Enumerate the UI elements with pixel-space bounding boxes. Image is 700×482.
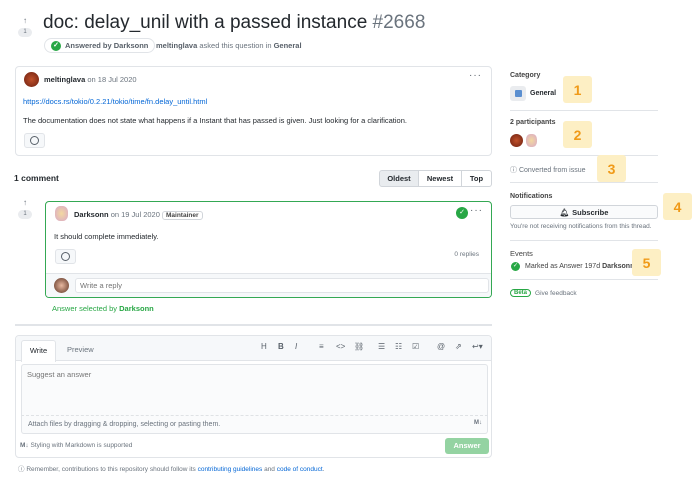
mention-icon[interactable]: @ [437,342,445,351]
notification-status: You're not receiving notifications from … [510,223,652,230]
avatar [54,278,69,293]
check-circle-icon: ✓ [511,262,520,271]
add-reaction-button[interactable] [55,249,76,264]
participants-label: 2 participants [510,119,556,126]
bullet-list-icon[interactable]: ☰ [378,342,385,351]
info-icon: ⓘ [18,466,25,473]
attach-files[interactable]: Attach files by dragging & dropping, sel… [21,416,488,434]
asked-info: meltinglava asked this question in Gener… [156,41,302,50]
author-link[interactable]: meltinglava [156,41,197,50]
category-label: Category [510,72,541,79]
answer-selected-note: Answer selected by Darksonn [52,304,154,313]
tab-preview[interactable]: Preview [67,345,94,354]
tab-write[interactable]: Write [21,340,56,362]
event-user-link[interactable]: Darksonn [602,263,634,270]
comment-count: 1 comment [14,173,59,183]
category-icon [510,86,526,101]
events-label: Events [510,249,533,258]
arrow-up-icon: ↑ [23,16,27,25]
page-title: doc: delay_unil with a passed instance #… [43,12,426,33]
converted-from-issue[interactable]: ⓘ Converted from issue [510,165,585,175]
answer-comment: Darksonn on 19 Jul 2020 Maintainer ✓ ···… [45,201,492,298]
smiley-icon [30,136,39,145]
post-date[interactable]: on 18 Jul 2020 [87,75,136,84]
sort-oldest[interactable]: Oldest [379,170,419,187]
code-icon[interactable]: <> [336,342,345,351]
marker-4: 4 [663,193,692,220]
category-link[interactable]: General [530,90,556,97]
answer-author[interactable]: Darksonn [74,210,109,219]
post-author[interactable]: meltinglava [44,75,85,84]
marker-3: 3 [597,155,626,182]
answered-badge[interactable]: ✓ Answered by Darksonn [44,38,156,53]
answer-date[interactable]: on 19 Jul 2020 [111,210,160,219]
participant-avatar[interactable] [526,134,537,147]
answer-check-icon[interactable]: ✓ [456,207,468,219]
answer-body: It should complete immediately. [54,232,159,241]
heading-icon[interactable]: H [261,342,267,351]
numbered-list-icon[interactable]: ☷ [395,342,402,351]
issue-number: #2668 [372,12,426,33]
feedback-row: Beta Give feedback [510,289,577,297]
contribution-note: ⓘ Remember, contributions to this reposi… [18,466,325,473]
event-item: ✓ Marked as Answer 197d Darksonn [511,262,635,271]
post-body: The documentation does not state what ha… [23,116,407,125]
answer-upvote[interactable]: ↑ 1 [18,198,32,219]
reply-arrow-icon[interactable]: ↩▾ [472,342,483,351]
marker-2: 2 [563,121,592,148]
reply-input[interactable] [75,278,489,293]
question-post: meltinglava on 18 Jul 2020 ··· https://d… [15,66,492,156]
link-icon[interactable]: ⛓ [354,342,364,351]
task-list-icon[interactable]: ☑ [412,342,419,351]
sort-top[interactable]: Top [462,170,492,187]
avatar[interactable] [24,72,39,87]
more-options-icon[interactable]: ··· [470,205,483,216]
contributing-guidelines-link[interactable]: contributing guidelines [198,466,263,473]
beta-badge: Beta [510,289,532,297]
bell-icon: 🔔︎ [559,207,570,217]
reply-row [46,273,491,297]
answer-textarea[interactable] [21,364,488,416]
give-feedback-link[interactable]: Give feedback [535,290,577,297]
markdown-icon: M↓ [474,420,482,426]
arrow-up-icon: ↑ [23,198,27,207]
reference-icon[interactable]: ⇗ [455,342,462,351]
quote-icon[interactable]: ≡ [319,342,324,351]
markdown-icon: M↓ [20,442,29,449]
subscribe-button[interactable]: 🔔︎ Subscribe [510,205,658,219]
bold-icon[interactable]: B [278,342,284,351]
category-link[interactable]: General [274,41,302,50]
smiley-icon [61,252,70,261]
answer-editor: Write Preview H B I ≡ <> ⛓ ☰ ☷ ☑ @ ⇗ ↩▾ … [15,335,492,458]
add-reaction-button[interactable] [24,133,45,148]
markdown-note[interactable]: M↓ Styling with Markdown is supported [20,442,132,449]
avatar[interactable] [55,206,68,221]
code-of-conduct-link[interactable]: code of conduct [277,466,323,473]
notifications-label: Notifications [510,193,553,200]
more-options-icon[interactable]: ··· [469,70,482,81]
sort-newest[interactable]: Newest [419,170,462,187]
selected-by-link[interactable]: Darksonn [119,304,154,313]
docs-link[interactable]: https://docs.rs/tokio/0.2.21/tokio/time/… [23,97,207,106]
info-icon: ⓘ [510,167,517,174]
marker-1: 1 [563,76,592,103]
marker-5: 5 [632,249,661,276]
sort-group: Oldest Newest Top [379,170,492,187]
replies-count[interactable]: 0 replies [454,251,479,258]
question-upvote[interactable]: ↑ 1 [18,16,32,37]
participant-avatar[interactable] [510,134,523,147]
italic-icon[interactable]: I [295,342,297,351]
answer-submit-button[interactable]: Answer [445,438,489,454]
check-circle-icon: ✓ [51,40,61,51]
maintainer-badge: Maintainer [162,211,203,220]
